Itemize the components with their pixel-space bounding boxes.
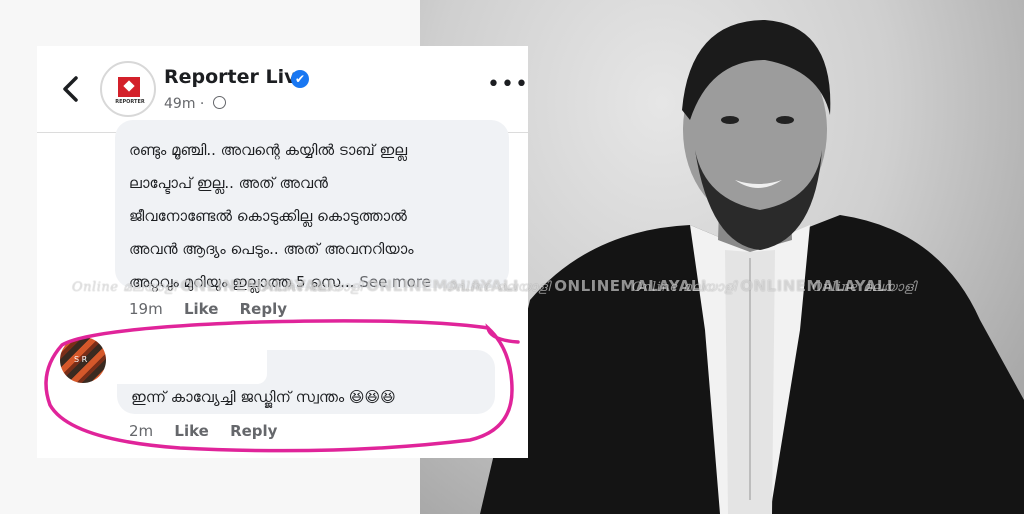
watermark-script: Online മലയാളി (812, 280, 917, 295)
post-time: 49m · (164, 96, 209, 112)
comment-time: 2m (129, 422, 154, 440)
more-options-button[interactable]: ••• (487, 72, 528, 97)
redacted-commenter-name (117, 350, 267, 384)
page-avatar[interactable]: REPORTER (100, 61, 156, 117)
page-name[interactable]: Reporter Live (164, 66, 309, 88)
facebook-post-screenshot: REPORTER Reporter Live ✔ 49m · ••• രണ്ടു… (37, 46, 528, 458)
watermark-script: Online മലയാളി (258, 280, 363, 295)
reporter-logo-icon (118, 77, 140, 97)
watermark-script: Online മലയാളി (72, 280, 177, 295)
globe-icon (212, 96, 226, 109)
watermark-script: Online മലയാളി (632, 280, 737, 295)
comment-text: രണ്ടും മൂഞ്ചി.. അവന്റെ കയ്യിൽ ടാബ് ഇല്ല … (129, 134, 501, 299)
comment-bubble: രണ്ടും മൂഞ്ചി.. അവന്റെ കയ്യിൽ ടാബ് ഇല്ല … (115, 120, 509, 291)
comment-line: ലാപ്ടോപ് ഇല്ല.. അത് അവൻ (129, 174, 328, 192)
logo-text: REPORTER (115, 99, 145, 105)
comment-line: അവൻ ആദ്യം പെടും.. അത് അവനറിയാം (129, 240, 414, 258)
comment-line: ജീവനോണ്ടേൽ കൊടുക്കില്ല കൊടുത്താൽ (129, 207, 407, 225)
reply-button[interactable]: Reply (240, 300, 287, 318)
watermark: Online മലയാളി (812, 277, 920, 295)
comment-actions: 2m Like Reply (129, 422, 293, 440)
verified-badge-icon: ✔ (291, 70, 309, 88)
comment-bubble: ഇന്ന് കാവ്യേച്ചി ജഡ്ജിന് സ്വന്തം 😆😆😆 (117, 350, 495, 414)
reply-button[interactable]: Reply (230, 422, 277, 440)
like-button[interactable]: Like (174, 422, 208, 440)
comment-actions: 19m Like Reply (129, 300, 303, 318)
comment-text: ഇന്ന് കാവ്യേച്ചി ജഡ്ജിന് സ്വന്തം 😆😆😆 (131, 388, 396, 406)
commenter-avatar[interactable]: S R (60, 337, 106, 383)
comment-line: രണ്ടും മൂഞ്ചി.. അവന്റെ കയ്യിൽ ടാബ് ഇല്ല (129, 141, 408, 159)
back-arrow-icon[interactable] (59, 74, 83, 104)
avatar-initials: S R (74, 355, 88, 364)
watermark-script: Online മലയാളി (446, 280, 551, 295)
like-button[interactable]: Like (184, 300, 218, 318)
comment-time: 19m (129, 300, 163, 318)
post-meta: 49m · (164, 96, 226, 112)
